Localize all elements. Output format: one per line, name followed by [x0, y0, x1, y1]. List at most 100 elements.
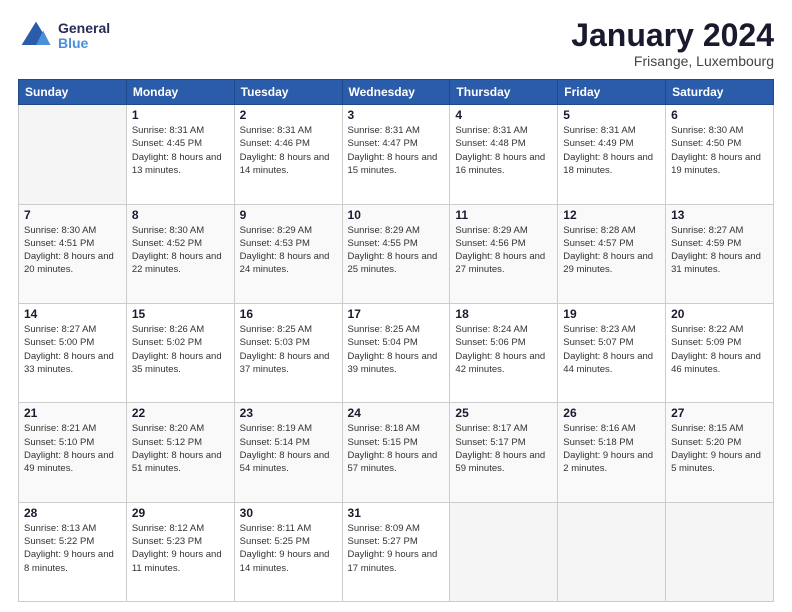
- week-row-1: 1 Sunrise: 8:31 AM Sunset: 4:45 PM Daylig…: [19, 105, 774, 204]
- day-number: 26: [563, 406, 660, 420]
- day-of-week-thursday: Thursday: [450, 80, 558, 105]
- calendar-cell: [19, 105, 127, 204]
- logo-line1: General: [58, 21, 110, 36]
- calendar-cell: 22 Sunrise: 8:20 AM Sunset: 5:12 PM Dayli…: [126, 403, 234, 502]
- logo-text: General Blue: [58, 21, 110, 52]
- calendar-cell: 26 Sunrise: 8:16 AM Sunset: 5:18 PM Dayli…: [558, 403, 666, 502]
- day-number: 19: [563, 307, 660, 321]
- calendar-cell: 23Sunrise: 8:19 AM Sunset: 5:14 PM Dayli…: [234, 403, 342, 502]
- day-number: 17: [348, 307, 445, 321]
- calendar-body: 1 Sunrise: 8:31 AM Sunset: 4:45 PM Daylig…: [19, 105, 774, 602]
- day-info: Sunrise: 8:23 AM Sunset: 5:07 PM Dayligh…: [563, 323, 660, 376]
- day-info: Sunrise: 8:30 AM Sunset: 4:52 PM Dayligh…: [132, 224, 229, 277]
- day-info: Sunrise: 8:09 AM Sunset: 5:27 PM Dayligh…: [348, 522, 445, 575]
- day-info: Sunrise: 8:29 AM Sunset: 4:56 PM Dayligh…: [455, 224, 552, 277]
- day-info: Sunrise: 8:16 AM Sunset: 5:18 PM Dayligh…: [563, 422, 660, 475]
- day-number: 18: [455, 307, 552, 321]
- calendar-cell: 13 Sunrise: 8:27 AM Sunset: 4:59 PM Dayli…: [666, 204, 774, 303]
- calendar-cell: 19 Sunrise: 8:23 AM Sunset: 5:07 PM Dayli…: [558, 303, 666, 402]
- subtitle: Frisange, Luxembourg: [571, 53, 774, 69]
- calendar-cell: 28Sunrise: 8:13 AM Sunset: 5:22 PM Dayli…: [19, 502, 127, 601]
- day-info: Sunrise: 8:21 AM Sunset: 5:10 PM Dayligh…: [24, 422, 121, 475]
- day-number: 30: [240, 506, 337, 520]
- day-number: 5: [563, 108, 660, 122]
- calendar-cell: 8 Sunrise: 8:30 AM Sunset: 4:52 PM Daylig…: [126, 204, 234, 303]
- day-info: Sunrise: 8:31 AM Sunset: 4:45 PM Dayligh…: [132, 124, 229, 177]
- day-number: 11: [455, 208, 552, 222]
- day-info: Sunrise: 8:24 AM Sunset: 5:06 PM Dayligh…: [455, 323, 552, 376]
- day-info: Sunrise: 8:28 AM Sunset: 4:57 PM Dayligh…: [563, 224, 660, 277]
- day-number: 21: [24, 406, 121, 420]
- day-info: Sunrise: 8:18 AM Sunset: 5:15 PM Dayligh…: [348, 422, 445, 475]
- day-info: Sunrise: 8:29 AM Sunset: 4:55 PM Dayligh…: [348, 224, 445, 277]
- calendar-cell: 17Sunrise: 8:25 AM Sunset: 5:04 PM Dayli…: [342, 303, 450, 402]
- main-title: January 2024: [571, 18, 774, 53]
- calendar-cell: [666, 502, 774, 601]
- day-number: 1: [132, 108, 229, 122]
- calendar-cell: 27 Sunrise: 8:15 AM Sunset: 5:20 PM Dayli…: [666, 403, 774, 502]
- day-number: 20: [671, 307, 768, 321]
- calendar-cell: [558, 502, 666, 601]
- week-row-4: 21 Sunrise: 8:21 AM Sunset: 5:10 PM Dayli…: [19, 403, 774, 502]
- day-info: Sunrise: 8:12 AM Sunset: 5:23 PM Dayligh…: [132, 522, 229, 575]
- day-info: Sunrise: 8:27 AM Sunset: 4:59 PM Dayligh…: [671, 224, 768, 277]
- day-info: Sunrise: 8:11 AM Sunset: 5:25 PM Dayligh…: [240, 522, 337, 575]
- logo-icon: [18, 18, 54, 54]
- header: General Blue January 2024 Frisange, Luxe…: [18, 18, 774, 69]
- day-info: Sunrise: 8:27 AM Sunset: 5:00 PM Dayligh…: [24, 323, 121, 376]
- calendar: SundayMondayTuesdayWednesdayThursdayFrid…: [18, 79, 774, 602]
- day-of-week-tuesday: Tuesday: [234, 80, 342, 105]
- calendar-cell: 6Sunrise: 8:30 AM Sunset: 4:50 PM Daylig…: [666, 105, 774, 204]
- day-number: 8: [132, 208, 229, 222]
- day-number: 12: [563, 208, 660, 222]
- logo-line2: Blue: [58, 36, 110, 51]
- calendar-cell: 7 Sunrise: 8:30 AM Sunset: 4:51 PM Daylig…: [19, 204, 127, 303]
- day-of-week-friday: Friday: [558, 80, 666, 105]
- day-number: 22: [132, 406, 229, 420]
- day-number: 25: [455, 406, 552, 420]
- calendar-cell: 30 Sunrise: 8:11 AM Sunset: 5:25 PM Dayli…: [234, 502, 342, 601]
- calendar-cell: 5Sunrise: 8:31 AM Sunset: 4:49 PM Daylig…: [558, 105, 666, 204]
- day-number: 16: [240, 307, 337, 321]
- day-info: Sunrise: 8:31 AM Sunset: 4:47 PM Dayligh…: [348, 124, 445, 177]
- calendar-cell: 12 Sunrise: 8:28 AM Sunset: 4:57 PM Dayli…: [558, 204, 666, 303]
- day-number: 14: [24, 307, 121, 321]
- calendar-cell: 14 Sunrise: 8:27 AM Sunset: 5:00 PM Dayli…: [19, 303, 127, 402]
- day-info: Sunrise: 8:22 AM Sunset: 5:09 PM Dayligh…: [671, 323, 768, 376]
- day-number: 10: [348, 208, 445, 222]
- calendar-cell: 9Sunrise: 8:29 AM Sunset: 4:53 PM Daylig…: [234, 204, 342, 303]
- day-info: Sunrise: 8:15 AM Sunset: 5:20 PM Dayligh…: [671, 422, 768, 475]
- calendar-cell: 29 Sunrise: 8:12 AM Sunset: 5:23 PM Dayli…: [126, 502, 234, 601]
- day-header-row: SundayMondayTuesdayWednesdayThursdayFrid…: [19, 80, 774, 105]
- day-number: 24: [348, 406, 445, 420]
- day-info: Sunrise: 8:26 AM Sunset: 5:02 PM Dayligh…: [132, 323, 229, 376]
- day-number: 2: [240, 108, 337, 122]
- day-of-week-monday: Monday: [126, 80, 234, 105]
- logo: General Blue: [18, 18, 110, 54]
- day-number: 29: [132, 506, 229, 520]
- day-number: 6: [671, 108, 768, 122]
- day-info: Sunrise: 8:20 AM Sunset: 5:12 PM Dayligh…: [132, 422, 229, 475]
- day-info: Sunrise: 8:31 AM Sunset: 4:46 PM Dayligh…: [240, 124, 337, 177]
- day-info: Sunrise: 8:30 AM Sunset: 4:51 PM Dayligh…: [24, 224, 121, 277]
- day-number: 28: [24, 506, 121, 520]
- calendar-cell: 16 Sunrise: 8:25 AM Sunset: 5:03 PM Dayli…: [234, 303, 342, 402]
- week-row-2: 7 Sunrise: 8:30 AM Sunset: 4:51 PM Daylig…: [19, 204, 774, 303]
- calendar-cell: 3 Sunrise: 8:31 AM Sunset: 4:47 PM Daylig…: [342, 105, 450, 204]
- day-number: 13: [671, 208, 768, 222]
- week-row-3: 14 Sunrise: 8:27 AM Sunset: 5:00 PM Dayli…: [19, 303, 774, 402]
- calendar-cell: 1 Sunrise: 8:31 AM Sunset: 4:45 PM Daylig…: [126, 105, 234, 204]
- day-info: Sunrise: 8:25 AM Sunset: 5:03 PM Dayligh…: [240, 323, 337, 376]
- calendar-cell: 4Sunrise: 8:31 AM Sunset: 4:48 PM Daylig…: [450, 105, 558, 204]
- page: General Blue January 2024 Frisange, Luxe…: [0, 0, 792, 612]
- calendar-cell: 20 Sunrise: 8:22 AM Sunset: 5:09 PM Dayli…: [666, 303, 774, 402]
- day-number: 27: [671, 406, 768, 420]
- day-number: 3: [348, 108, 445, 122]
- day-number: 7: [24, 208, 121, 222]
- calendar-cell: 10 Sunrise: 8:29 AM Sunset: 4:55 PM Dayli…: [342, 204, 450, 303]
- calendar-cell: 21 Sunrise: 8:21 AM Sunset: 5:10 PM Dayli…: [19, 403, 127, 502]
- day-number: 31: [348, 506, 445, 520]
- calendar-cell: 2 Sunrise: 8:31 AM Sunset: 4:46 PM Daylig…: [234, 105, 342, 204]
- calendar-cell: 18 Sunrise: 8:24 AM Sunset: 5:06 PM Dayli…: [450, 303, 558, 402]
- day-info: Sunrise: 8:17 AM Sunset: 5:17 PM Dayligh…: [455, 422, 552, 475]
